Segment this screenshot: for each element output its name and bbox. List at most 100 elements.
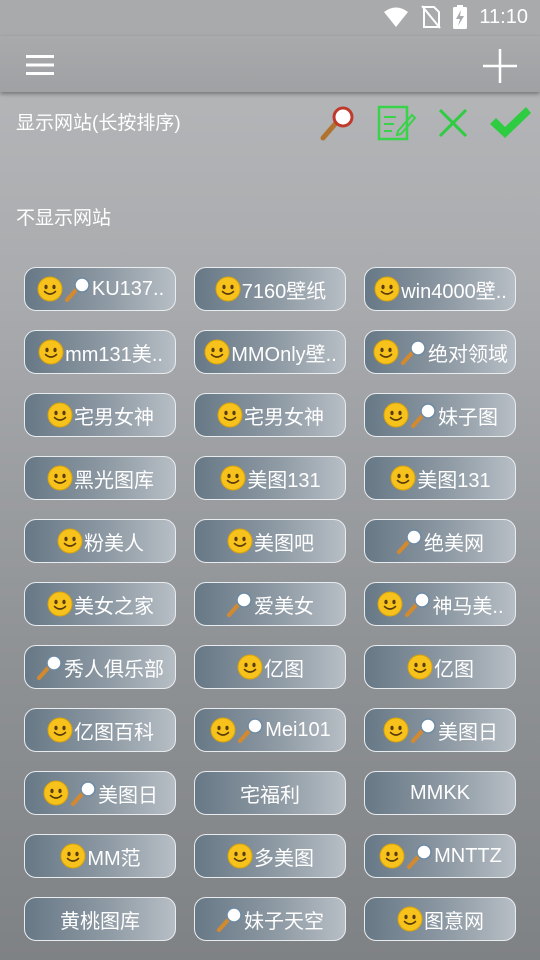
site-chip[interactable]: mm131美..	[24, 330, 176, 374]
site-chip[interactable]: 神马美..	[364, 582, 516, 626]
shown-sites-title: 显示网站(长按排序)	[16, 113, 181, 134]
check-icon[interactable]	[488, 103, 532, 143]
search-icon	[226, 590, 254, 618]
site-chip-label: 宅男女神	[74, 406, 154, 429]
site-chip[interactable]: KU137..	[24, 267, 176, 311]
search-icon	[404, 590, 432, 618]
hamburger-menu-icon[interactable]	[24, 52, 58, 78]
battery-charging-icon	[453, 5, 468, 29]
site-chip[interactable]: 宅福利	[194, 771, 346, 815]
hidden-sites-grid: KU137.. 7160壁纸 win4000壁.. mm131美.. MMOnly壁..…	[24, 267, 516, 941]
site-chip-label: 美图吧	[254, 532, 314, 555]
site-chip[interactable]: 美图131	[194, 456, 346, 500]
smiley-icon	[396, 905, 424, 933]
site-chip[interactable]: 宅男女神	[24, 393, 176, 437]
site-chip[interactable]: MNTTZ	[364, 834, 516, 878]
site-chip-label: 妹子图	[438, 406, 498, 429]
site-chip[interactable]: 美图日	[364, 708, 516, 752]
search-icon	[396, 527, 424, 555]
site-chip-label: 粉美人	[84, 532, 144, 555]
site-chip-label: 亿图	[264, 658, 304, 681]
smiley-icon	[382, 716, 410, 744]
status-icons: 11:10	[383, 5, 528, 29]
smiley-icon	[46, 401, 74, 429]
site-chip[interactable]: win4000壁..	[364, 267, 516, 311]
smiley-icon	[203, 338, 231, 366]
site-chip[interactable]: 7160壁纸	[194, 267, 346, 311]
site-chip-label: 图意网	[424, 910, 484, 933]
site-chip[interactable]: 亿图	[364, 645, 516, 689]
site-chip-label: MM范	[87, 847, 141, 870]
app-bar	[0, 36, 540, 92]
search-icon	[36, 653, 64, 681]
status-bar: 11:10	[0, 0, 540, 36]
site-chip[interactable]: 黑光图库	[24, 456, 176, 500]
site-chip-label: 美图日	[98, 784, 158, 807]
site-chip-label: 亿图百科	[74, 721, 154, 744]
site-chip-label: MMOnly壁..	[231, 343, 337, 366]
smiley-icon	[226, 842, 254, 870]
plus-icon[interactable]	[482, 48, 518, 84]
smiley-icon	[42, 779, 70, 807]
site-chip[interactable]: 美图131	[364, 456, 516, 500]
site-chip-label: MNTTZ	[434, 844, 502, 867]
smiley-icon	[226, 527, 254, 555]
smiley-icon	[216, 401, 244, 429]
close-icon[interactable]	[433, 103, 473, 143]
site-chip[interactable]: 亿图	[194, 645, 346, 689]
site-chip[interactable]: MMOnly壁..	[194, 330, 346, 374]
search-icon	[400, 338, 428, 366]
smiley-icon	[56, 527, 84, 555]
site-chip-label: Mei101	[265, 718, 331, 741]
site-chip-label: 美图131	[247, 469, 321, 492]
search-icon	[410, 401, 438, 429]
smiley-icon	[378, 842, 406, 870]
smiley-icon	[406, 653, 434, 681]
site-chip-label: KU137..	[91, 277, 165, 300]
site-chip[interactable]: 绝美网	[364, 519, 516, 563]
search-icon	[64, 275, 92, 303]
site-chip[interactable]: MM范	[24, 834, 176, 878]
site-chip-label: 宅福利	[240, 784, 300, 807]
site-chip-label: 亿图	[434, 658, 474, 681]
site-chip[interactable]: Mei101	[194, 708, 346, 752]
site-chip[interactable]: 美图日	[24, 771, 176, 815]
site-chip-label: 美图日	[438, 721, 498, 744]
smiley-icon	[372, 338, 400, 366]
site-chip-label: MMKK	[410, 781, 470, 804]
smiley-icon	[46, 716, 74, 744]
site-chip[interactable]: 妹子图	[364, 393, 516, 437]
no-sim-icon	[421, 5, 442, 29]
site-chip-label: 美图131	[417, 469, 491, 492]
site-chip[interactable]: 爱美女	[194, 582, 346, 626]
site-chip[interactable]: 美图吧	[194, 519, 346, 563]
site-chip[interactable]: 黄桃图库	[24, 897, 176, 941]
edit-icon[interactable]	[376, 103, 416, 143]
site-chip-label: win4000壁..	[401, 280, 507, 303]
site-chip-label: 宅男女神	[244, 406, 324, 429]
site-chip-label: 妹子天空	[244, 910, 324, 933]
site-chip-label: 秀人俱乐部	[64, 658, 164, 681]
site-chip[interactable]: 宅男女神	[194, 393, 346, 437]
site-chip[interactable]: MMKK	[364, 771, 516, 815]
site-chip[interactable]: 粉美人	[24, 519, 176, 563]
smiley-icon	[36, 275, 64, 303]
smiley-icon	[219, 464, 247, 492]
site-chip[interactable]: 秀人俱乐部	[24, 645, 176, 689]
search-icon[interactable]	[318, 103, 358, 143]
site-chip[interactable]: 绝对领域	[364, 330, 516, 374]
search-icon	[216, 905, 244, 933]
site-chip[interactable]: 图意网	[364, 897, 516, 941]
smiley-icon	[389, 464, 417, 492]
site-chip-label: 黄桃图库	[60, 910, 140, 933]
smiley-icon	[376, 590, 404, 618]
site-chip-label: 爱美女	[254, 595, 314, 618]
search-icon	[70, 779, 98, 807]
site-chip[interactable]: 亿图百科	[24, 708, 176, 752]
site-chip[interactable]: 多美图	[194, 834, 346, 878]
site-chip-label: 多美图	[254, 847, 314, 870]
smiley-icon	[236, 653, 264, 681]
site-chip[interactable]: 美女之家	[24, 582, 176, 626]
site-chip[interactable]: 妹子天空	[194, 897, 346, 941]
smiley-icon	[59, 842, 87, 870]
